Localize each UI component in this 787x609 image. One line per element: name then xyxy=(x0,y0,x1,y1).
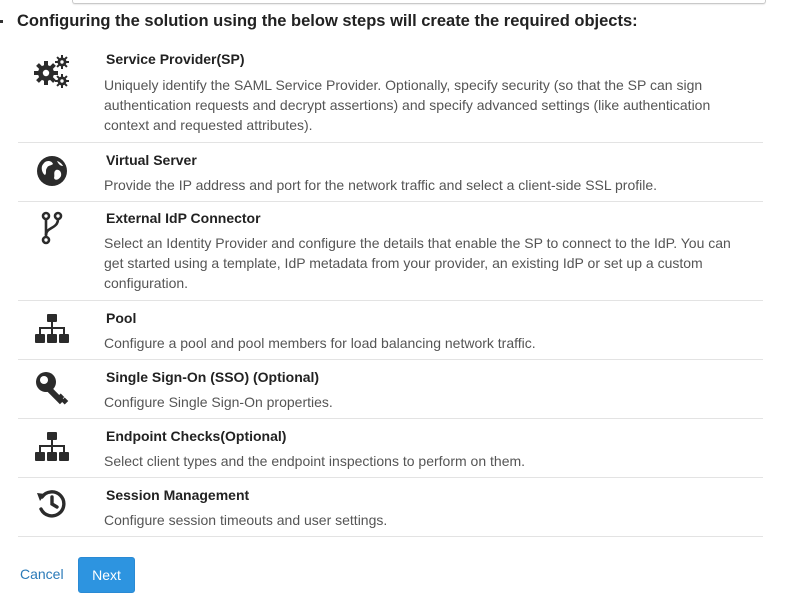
step-pool: Pool Configure a pool and pool members f… xyxy=(18,301,763,360)
step-title: External IdP Connector xyxy=(106,210,261,226)
list-bullet xyxy=(0,20,3,23)
step-description: Configure Single Sign-On properties. xyxy=(104,394,333,410)
sitemap-icon xyxy=(32,311,72,347)
step-description: Select an Identity Provider and configur… xyxy=(104,235,731,291)
step-title: Session Management xyxy=(106,487,250,503)
step-title: Endpoint Checks(Optional) xyxy=(106,428,287,444)
step-description: Uniquely identify the SAML Service Provi… xyxy=(104,77,711,133)
step-endpoint-checks: Endpoint Checks(Optional) Select client … xyxy=(18,419,763,478)
connector-branch-icon xyxy=(32,210,72,246)
step-description: Configure session timeouts and user sett… xyxy=(104,512,388,528)
step-single-sign-on: Single Sign-On (SSO) (Optional) Configur… xyxy=(18,360,763,419)
gears-icon xyxy=(32,53,72,89)
step-description: Provide the IP address and port for the … xyxy=(104,177,658,193)
page-heading: Configuring the solution using the below… xyxy=(17,12,638,30)
step-title: Single Sign-On (SSO) (Optional) xyxy=(106,369,320,385)
globe-icon xyxy=(32,153,72,189)
step-external-idp-connector: External IdP Connector Select an Identit… xyxy=(18,202,763,301)
step-title: Virtual Server xyxy=(106,152,197,168)
history-icon xyxy=(32,486,72,522)
wizard-footer: Cancel Next xyxy=(0,556,787,596)
sitemap-icon xyxy=(32,429,72,465)
steps-list: Service Provider(SP) Uniquely identify t… xyxy=(18,41,763,537)
cancel-link[interactable]: Cancel xyxy=(20,566,64,582)
step-session-management: Session Management Configure session tim… xyxy=(18,478,763,537)
step-description: Select client types and the endpoint ins… xyxy=(104,453,526,469)
key-icon xyxy=(32,370,72,406)
step-service-provider: Service Provider(SP) Uniquely identify t… xyxy=(18,41,763,143)
wizard-page: Configuring the solution using the below… xyxy=(0,0,787,609)
step-virtual-server: Virtual Server Provide the IP address an… xyxy=(18,143,763,202)
step-title: Service Provider(SP) xyxy=(106,51,245,67)
step-description: Configure a pool and pool members for lo… xyxy=(104,335,536,351)
previous-panel-edge xyxy=(72,0,766,4)
step-title: Pool xyxy=(106,310,137,326)
next-button[interactable]: Next xyxy=(78,557,135,593)
